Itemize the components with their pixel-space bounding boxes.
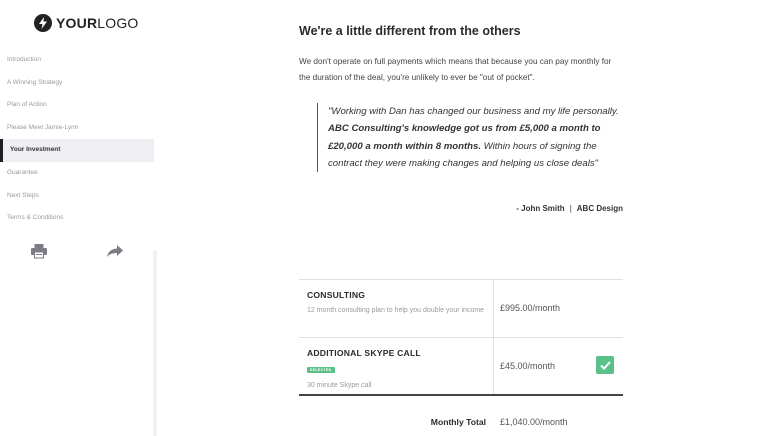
column-divider [493, 280, 494, 337]
brand-logo[interactable]: YOURLOGO [34, 14, 139, 32]
monthly-total-row: Monthly Total £1,040.00/month [299, 417, 623, 431]
attribution-separator: | [569, 204, 572, 213]
share-arrow-icon[interactable] [106, 243, 124, 259]
sidebar-item-your-investment[interactable]: Your Investment [0, 139, 154, 162]
selected-badge: SELECTED [307, 367, 335, 373]
monthly-total-label: Monthly Total [430, 417, 486, 427]
sidebar-item-terms-conditions[interactable]: Terms & Conditions [0, 207, 154, 230]
sidebar-item-next-steps[interactable]: Next Steps [0, 185, 154, 208]
pricing-item-description: ADDITIONAL SKYPE CALL SELECTED 30 minute… [307, 348, 487, 392]
sidebar-nav: Introduction A Winning Strategy Plan of … [0, 49, 154, 230]
pricing-row-consulting[interactable]: CONSULTING 12 month consulting plan to h… [299, 280, 623, 338]
attribution-name: - John Smith [516, 204, 565, 213]
pricing-table: CONSULTING 12 month consulting plan to h… [299, 279, 623, 396]
intro-paragraph: We don't operate on full payments which … [299, 57, 612, 82]
pricing-row-skype-call[interactable]: ADDITIONAL SKYPE CALL SELECTED 30 minute… [299, 338, 623, 396]
sidebar-item-guarantee[interactable]: Guarantee [0, 162, 154, 185]
checkmark-icon [599, 360, 611, 370]
lightning-bolt-icon [34, 14, 52, 32]
section-heading: We're a little different from the others [299, 24, 521, 38]
pricing-item-subtitle: 12 month consulting plan to help you dou… [307, 307, 485, 314]
pricing-item-price: £995.00/month [500, 303, 561, 313]
sidebar: YOURLOGO Introduction A Winning Strategy… [0, 0, 154, 436]
monthly-total-value: £1,040.00/month [500, 417, 568, 427]
pricing-item-description: CONSULTING 12 month consulting plan to h… [307, 290, 487, 317]
column-divider [493, 338, 494, 394]
sidebar-item-introduction[interactable]: Introduction [0, 49, 154, 72]
quote-text-start: "Working with Dan has changed our busine… [328, 106, 619, 117]
logo-text-bold: YOUR [56, 15, 98, 31]
pricing-item-title: ADDITIONAL SKYPE CALL [307, 348, 421, 358]
sidebar-item-winning-strategy[interactable]: A Winning Strategy [0, 72, 154, 95]
sidebar-item-meet-jamie-lynn[interactable]: Please Meet Jamie-Lynn [0, 117, 154, 140]
pricing-item-price: £45.00/month [500, 361, 556, 371]
testimonial-quote: "Working with Dan has changed our busine… [317, 103, 623, 173]
sidebar-scroll-rail [153, 250, 157, 436]
logo-text: YOURLOGO [56, 15, 139, 31]
sidebar-item-plan-of-action[interactable]: Plan of Action [0, 94, 154, 117]
pricing-item-title: CONSULTING [307, 290, 366, 300]
selected-checkbox[interactable] [596, 356, 614, 374]
printer-icon[interactable] [30, 243, 48, 259]
pricing-item-subtitle: 30 minute Skype call [307, 382, 372, 389]
logo-text-light: LOGO [97, 15, 139, 31]
attribution-company: ABC Design [576, 204, 623, 213]
testimonial-attribution: - John Smith | ABC Design [516, 204, 623, 213]
